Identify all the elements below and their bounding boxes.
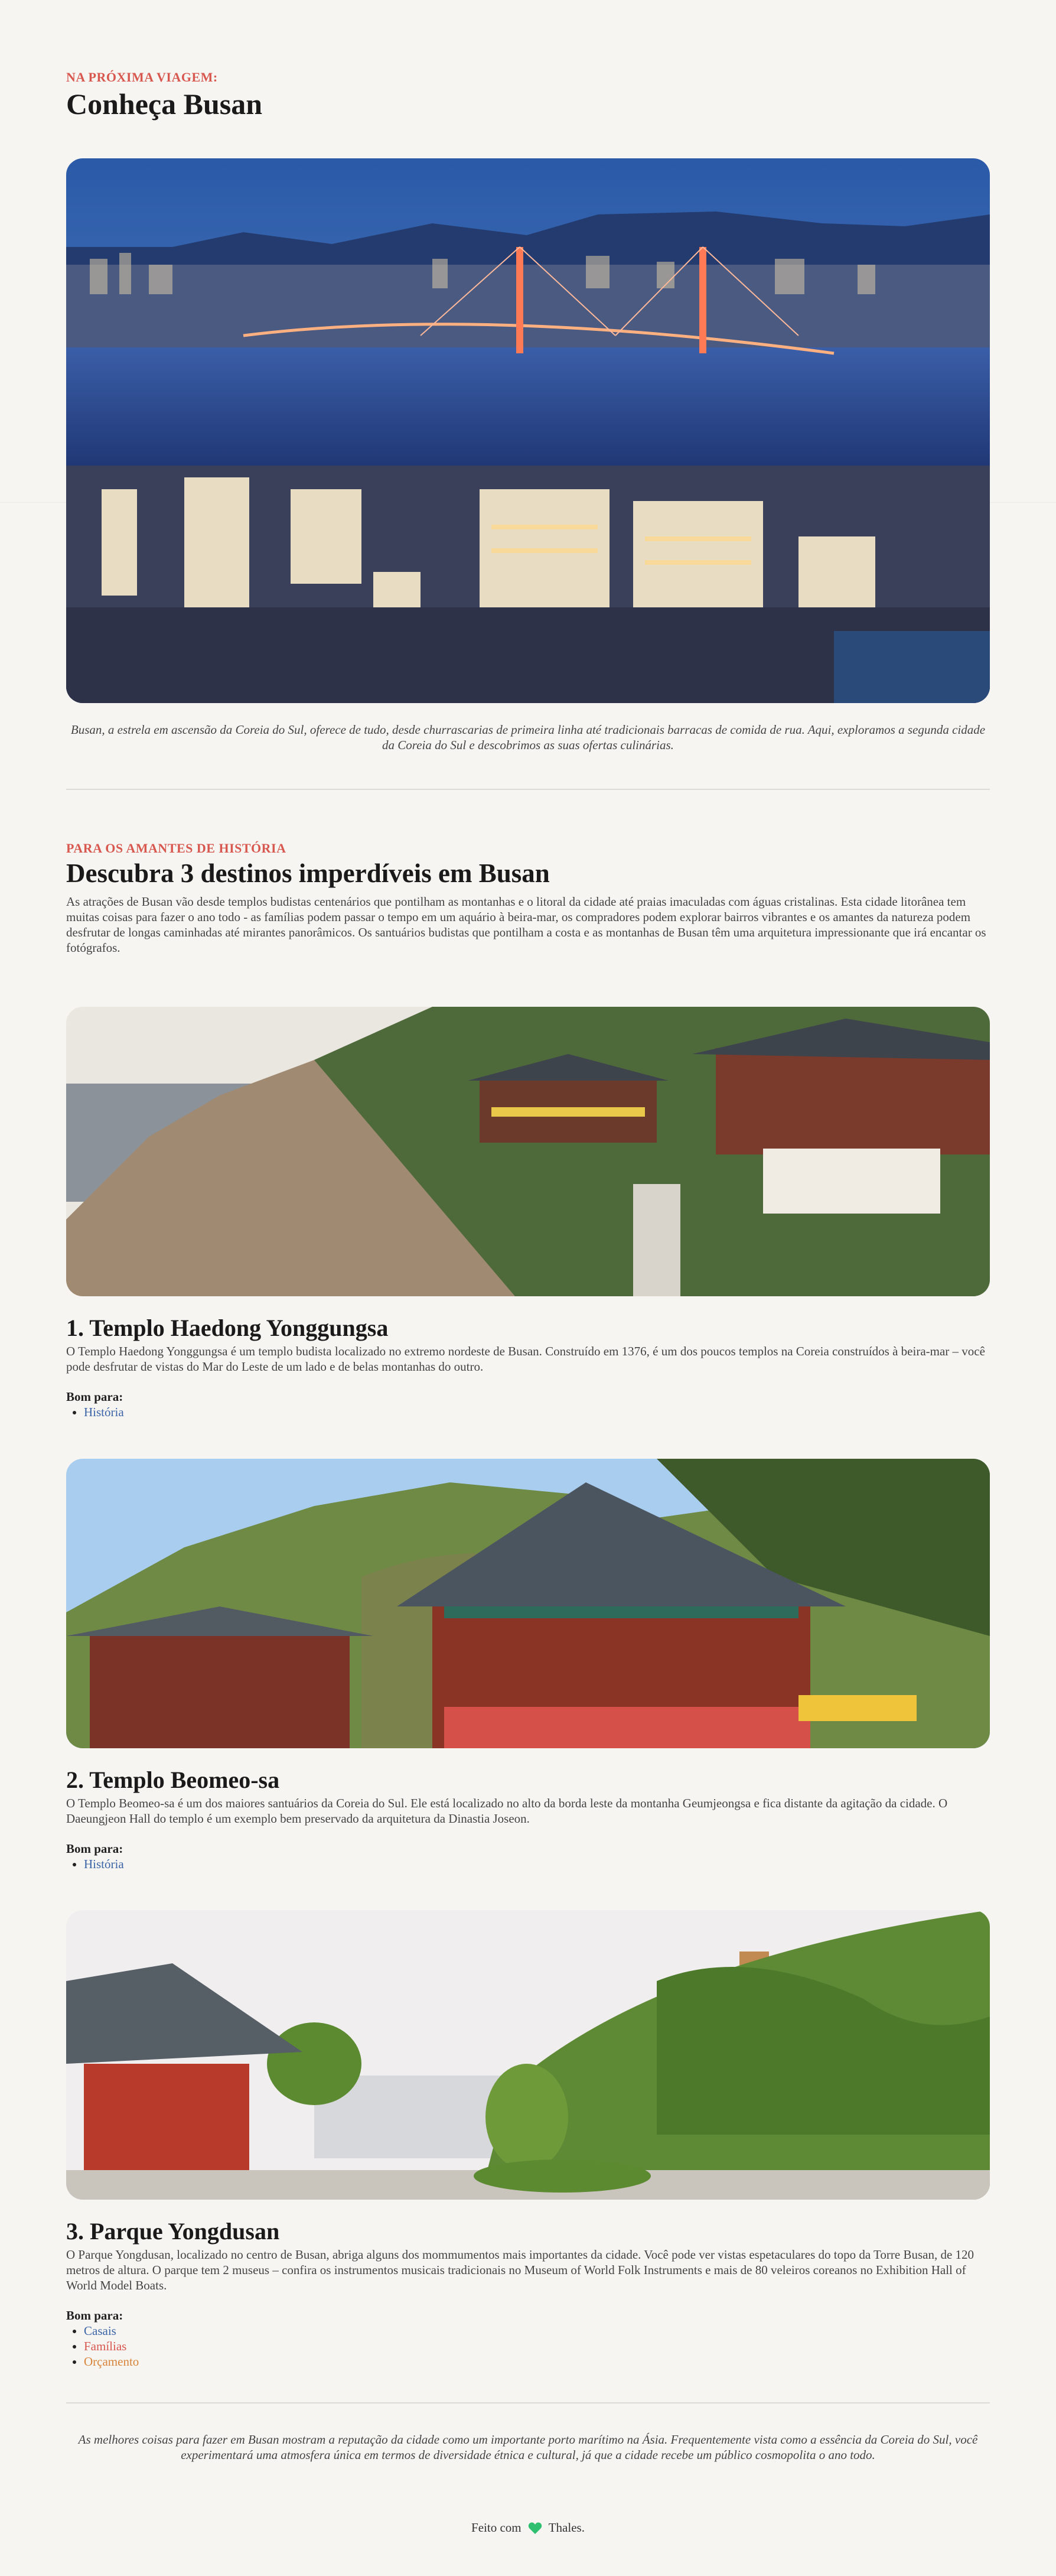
tag-list: História xyxy=(66,1856,990,1872)
destination-3-image xyxy=(66,1910,990,2200)
tag-item: História xyxy=(84,1856,990,1872)
tag-link-historia[interactable]: História xyxy=(84,1405,124,1419)
destination-2-image xyxy=(66,1459,990,1748)
intro-eyebrow: PARA OS AMANTES DE HISTÓRIA xyxy=(66,841,286,856)
page-header: NA PRÓXIMA VIAGEM: Conheça Busan xyxy=(66,70,990,122)
destination-3-body: O Parque Yongdusan, localizado no centro… xyxy=(66,2248,974,2292)
destination-3: 3. Parque Yongdusan O Parque Yongdusan, … xyxy=(66,2219,990,2369)
destination-2-title: 2. Templo Beomeo-sa xyxy=(66,1767,280,1793)
good-for-label: Bom para: xyxy=(66,2308,123,2323)
tag-list: História xyxy=(66,1404,990,1420)
park-pavilion-photo xyxy=(66,1910,990,2200)
destination-1-body: O Templo Haedong Yonggungsa é um templo … xyxy=(66,1344,985,1374)
intro-title: Descubra 3 destinos imperdíveis em Busan xyxy=(66,858,550,888)
footer: Feito com Thales. xyxy=(0,2520,1056,2535)
heart-icon xyxy=(528,2522,542,2535)
closing-paragraph: As melhores coisas para fazer em Busan m… xyxy=(78,2432,978,2462)
good-for-label: Bom para: xyxy=(66,1842,123,1856)
destination-1-image xyxy=(66,1007,990,1296)
destination-1-title: 1. Templo Haedong Yonggungsa xyxy=(66,1315,389,1341)
tag-link-orcamento[interactable]: Orçamento xyxy=(84,2354,139,2369)
section-divider xyxy=(66,789,990,790)
footer-made-with: Feito com xyxy=(471,2520,522,2535)
tag-link-familias[interactable]: Famílias xyxy=(84,2339,126,2353)
destination-1: 1. Templo Haedong Yonggungsa O Templo Ha… xyxy=(66,1315,990,1420)
tag-item: Orçamento xyxy=(84,2354,990,2369)
destination-2-body: O Templo Beomeo-sa é um dos maiores sant… xyxy=(66,1796,948,1826)
intro-body: As atrações de Busan vão desde templos b… xyxy=(66,894,986,955)
tag-link-historia[interactable]: História xyxy=(84,1857,124,1871)
page-title: Conheça Busan xyxy=(66,87,263,121)
destination-2: 2. Templo Beomeo-sa O Templo Beomeo-sa é… xyxy=(66,1767,990,1872)
tag-item: Famílias xyxy=(84,2338,990,2354)
good-for-label: Bom para: xyxy=(66,1390,123,1404)
intro-section: PARA OS AMANTES DE HISTÓRIA Descubra 3 d… xyxy=(66,841,990,955)
hero-image xyxy=(66,158,990,703)
section-divider xyxy=(66,2402,990,2403)
hero-caption: Busan, a estrela em ascensão da Coreia d… xyxy=(70,723,986,752)
seaside-temple-photo xyxy=(66,1007,990,1296)
tag-list: Casais Famílias Orçamento xyxy=(66,2323,990,2369)
tag-item: Casais xyxy=(84,2323,990,2338)
header-eyebrow: NA PRÓXIMA VIAGEM: xyxy=(66,70,218,84)
tag-item: História xyxy=(84,1404,990,1420)
mountain-temple-photo xyxy=(66,1459,990,1748)
busan-harbor-night-photo xyxy=(66,158,990,703)
tag-link-casais[interactable]: Casais xyxy=(84,2324,116,2338)
footer-author: Thales. xyxy=(548,2520,585,2535)
destination-3-title: 3. Parque Yongdusan xyxy=(66,2218,280,2245)
